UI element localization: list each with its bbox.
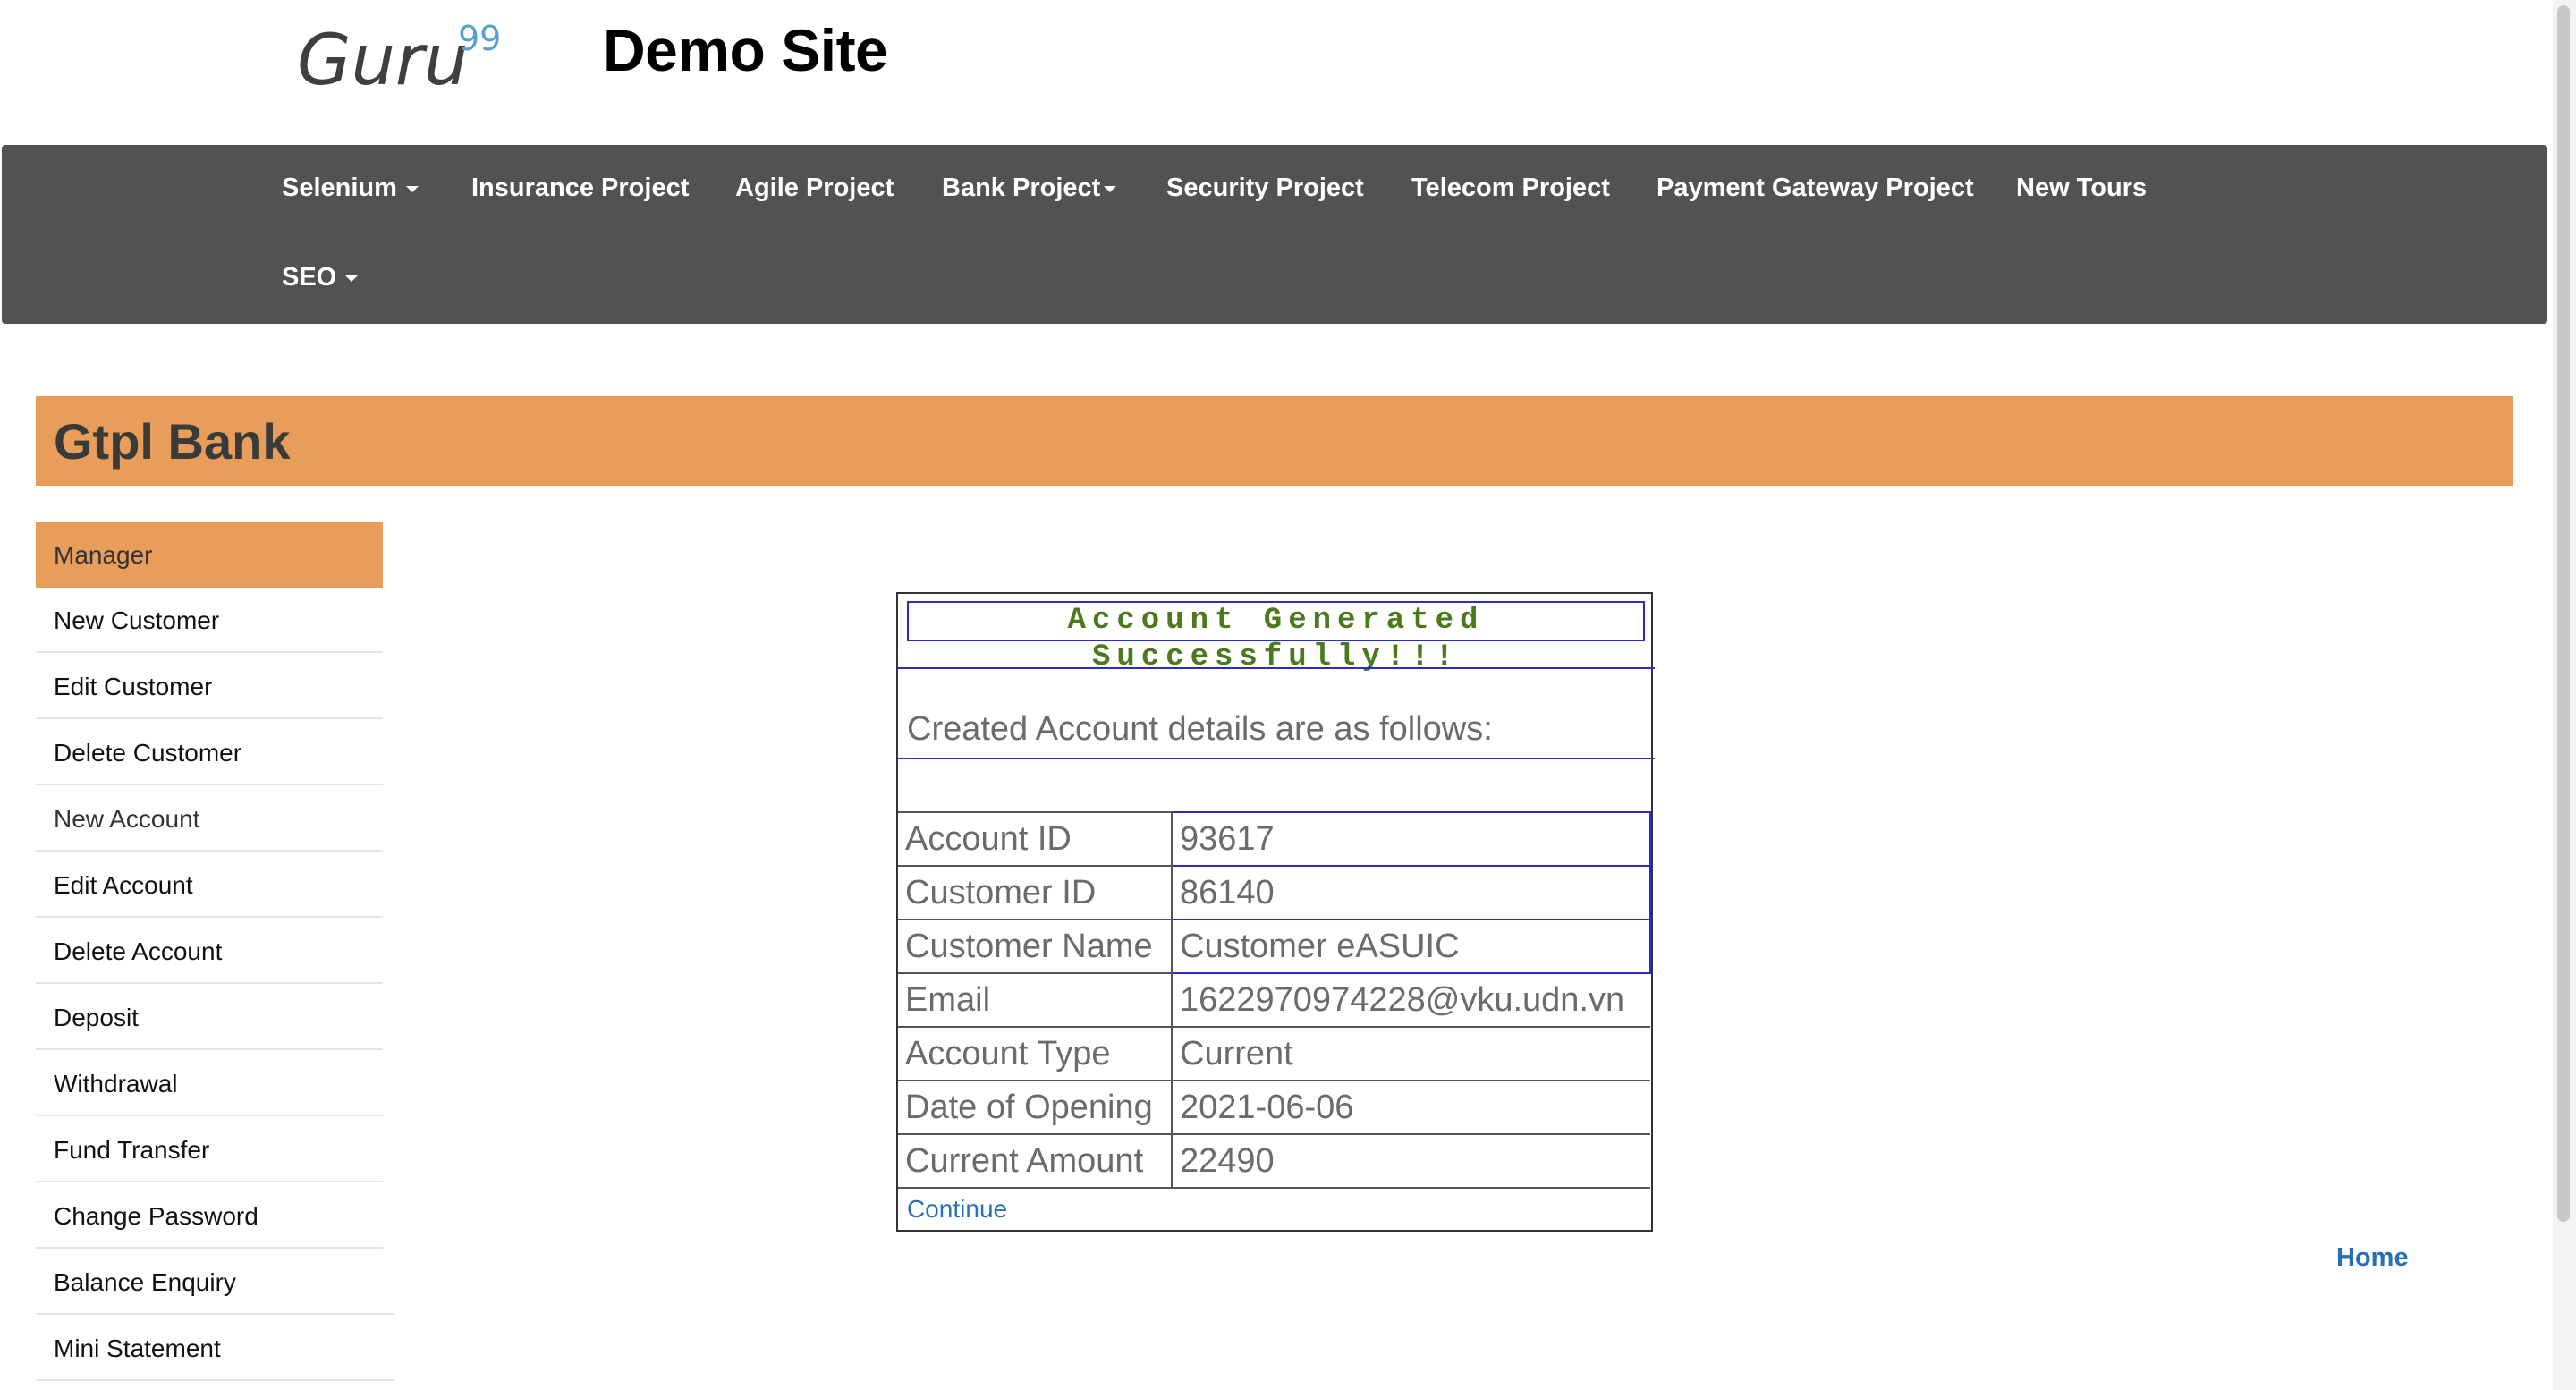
nav-selenium[interactable]: Selenium	[282, 174, 419, 203]
row-label: Current Amount	[898, 1133, 1173, 1189]
table-row: Customer Name Customer eASUIC	[898, 919, 1651, 974]
sidebar-item-fund-transfer[interactable]: Fund Transfer	[36, 1117, 383, 1182]
table-row: Customer ID 86140	[898, 865, 1651, 920]
nav-telecom-project[interactable]: Telecom Project	[1411, 174, 1610, 203]
nav-label: Selenium	[282, 174, 397, 202]
nav-insurance-project[interactable]: Insurance Project	[471, 174, 689, 203]
caret-down-icon	[405, 185, 419, 192]
row-value: Current	[1171, 1026, 1650, 1081]
sidebar-item-withdrawal[interactable]: Withdrawal	[36, 1051, 383, 1116]
nav-agile-project[interactable]: Agile Project	[735, 174, 894, 203]
logo-text: Guru	[297, 21, 468, 97]
table-row: Account Type Current	[898, 1026, 1650, 1081]
sidebar-item-label: Fund Transfer	[54, 1136, 210, 1164]
table-row: Current Amount 22490	[898, 1133, 1650, 1189]
home-link[interactable]: Home	[2336, 1243, 2409, 1273]
nav-seo[interactable]: SEO	[282, 263, 359, 292]
table-row: Account ID 93617	[898, 811, 1651, 867]
logo-sup: 99	[458, 19, 501, 58]
success-message: Account Generated Successfully!!!	[1067, 604, 1485, 674]
guru99-logo[interactable]: Guru 99	[295, 13, 510, 101]
bank-header: Gtpl Bank	[36, 396, 2513, 486]
table-row: Date of Opening 2021-06-06	[898, 1080, 1650, 1135]
nav-payment-gateway-project[interactable]: Payment Gateway Project	[1657, 174, 1974, 203]
sidebar-item-new-customer[interactable]: New Customer	[36, 588, 383, 653]
sidebar-item-label: Balance Enquiry	[54, 1268, 236, 1296]
sidebar-item-new-account[interactable]: New Account	[36, 786, 383, 852]
nav-security-project[interactable]: Security Project	[1166, 174, 1364, 203]
sidebar-item-label: Manager	[54, 541, 153, 569]
sidebar-item-label: Deposit	[54, 1004, 139, 1031]
sidebar-item-label: Edit Account	[54, 871, 193, 899]
success-banner: Account Generated Successfully!!!	[907, 601, 1645, 674]
account-details-card: Account Generated Successfully!!! Create…	[896, 592, 1655, 1232]
sidebar-item-delete-customer[interactable]: Delete Customer	[36, 720, 383, 785]
row-label: Account ID	[898, 811, 1173, 867]
row-label: Date of Opening	[898, 1080, 1173, 1135]
row-value: 2021-06-06	[1171, 1080, 1650, 1135]
row-value: 22490	[1171, 1133, 1650, 1189]
sidebar-item-label: New Account	[54, 805, 200, 833]
sidebar-item-label: Change Password	[54, 1202, 258, 1230]
row-value: 86140	[1171, 865, 1651, 920]
nav-label: Agile Project	[735, 174, 894, 202]
sidebar-item-deposit[interactable]: Deposit	[36, 985, 383, 1050]
nav-label: Bank Project	[942, 174, 1101, 202]
caret-down-icon	[1104, 185, 1117, 192]
sidebar-item-mini-statement[interactable]: Mini Statement	[36, 1316, 394, 1381]
sidebar-item-label: Withdrawal	[54, 1070, 178, 1098]
guru99-logo-mark: Guru 99	[297, 19, 501, 101]
sidebar-item-manager[interactable]: Manager	[36, 522, 383, 588]
row-label: Account Type	[898, 1026, 1173, 1081]
sidebar-item-delete-account[interactable]: Delete Account	[36, 919, 383, 984]
bank-title: Gtpl Bank	[54, 413, 291, 470]
sidebar-item-edit-account[interactable]: Edit Account	[36, 852, 383, 918]
top-navbar: Selenium Insurance Project Agile Project…	[2, 145, 2547, 324]
table-row: Email 1622970974228@vku.udn.vn	[898, 972, 1650, 1028]
sidebar-item-edit-customer[interactable]: Edit Customer	[36, 654, 383, 719]
divider	[898, 667, 1655, 669]
continue-link[interactable]: Continue	[907, 1195, 1007, 1224]
nav-label: Payment Gateway Project	[1657, 174, 1974, 202]
page-scrollbar[interactable]	[2553, 0, 2576, 1390]
row-value: 1622970974228@vku.udn.vn	[1171, 972, 1650, 1028]
sidebar-item-balance-enquiry[interactable]: Balance Enquiry	[36, 1250, 394, 1315]
site-title: Demo Site	[603, 17, 888, 83]
caret-down-icon	[345, 275, 359, 282]
divider	[898, 758, 1655, 759]
row-value: Customer eASUIC	[1171, 919, 1651, 974]
nav-label: New Tours	[2016, 174, 2148, 202]
row-value: 93617	[1171, 811, 1651, 867]
sidebar-item-change-password[interactable]: Change Password	[36, 1183, 383, 1249]
row-label: Customer ID	[898, 865, 1173, 920]
nav-bank-project[interactable]: Bank Project	[942, 174, 1117, 203]
nav-label: Security Project	[1166, 174, 1364, 202]
sidebar-item-label: Delete Customer	[54, 739, 242, 767]
details-subheading: Created Account details are as follows:	[907, 710, 1493, 748]
nav-label: Insurance Project	[471, 174, 690, 202]
sidebar-item-label: Delete Account	[54, 937, 223, 965]
nav-label: Telecom Project	[1411, 174, 1610, 202]
sidebar-item-label: Edit Customer	[54, 673, 213, 700]
nav-label: SEO	[282, 263, 337, 292]
sidebar-item-label: Mini Statement	[54, 1335, 221, 1362]
row-label: Customer Name	[898, 919, 1173, 974]
nav-new-tours[interactable]: New Tours	[2016, 174, 2147, 203]
scrollbar-thumb[interactable]	[2557, 5, 2570, 1222]
row-label: Email	[898, 972, 1173, 1028]
account-details-table: Account ID 93617 Customer ID 86140 Custo…	[898, 811, 1651, 1189]
sidebar-item-label: New Customer	[54, 606, 220, 634]
